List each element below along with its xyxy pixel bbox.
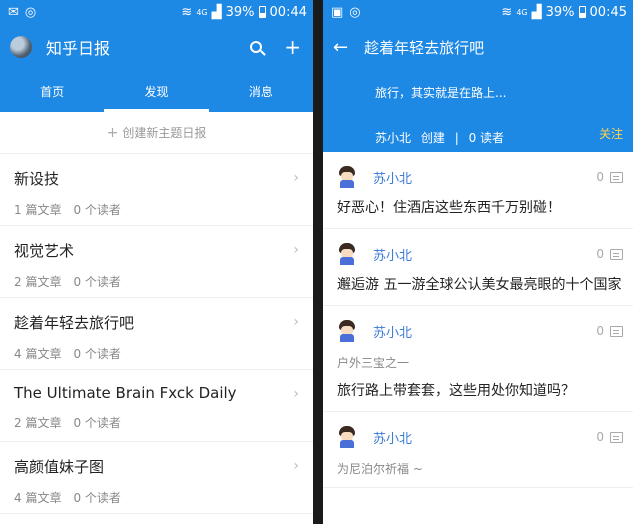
post-item[interactable]: 苏小北 0 好恶心！住酒店这些东西千万别碰！ xyxy=(323,152,633,229)
post-title: 旅行路上带套套，这些用处你知道吗？ xyxy=(337,383,575,399)
reader-count: 0 个读者 xyxy=(73,491,121,505)
clock: 00:44 xyxy=(269,4,307,20)
post-author[interactable]: 苏小北 xyxy=(373,322,412,341)
chevron-right-icon: › xyxy=(293,386,299,402)
left-screen: ✉ ◎ ≋ 4G ▟ 39% 00:44 知乎日报 + 首页 发现 消息 + 创… xyxy=(0,0,313,524)
daily-name: The Ultimate Brain Fxck Daily xyxy=(14,384,237,402)
comment-count: 0 xyxy=(596,324,623,338)
avatar[interactable] xyxy=(337,320,357,342)
avatar[interactable] xyxy=(337,243,357,265)
app-bar: 知乎日报 + xyxy=(0,24,313,70)
reader-count: 0 个读者 xyxy=(73,203,121,217)
comment-icon xyxy=(610,431,623,443)
chevron-right-icon: › xyxy=(293,170,299,186)
reader-count: 0 个读者 xyxy=(73,416,121,430)
post-author[interactable]: 苏小北 xyxy=(373,168,412,187)
avatar[interactable] xyxy=(337,166,357,188)
article-count: 4 篇文章 xyxy=(14,347,62,361)
battery-icon xyxy=(258,6,266,18)
screen-divider xyxy=(313,0,323,524)
page-title: 趁着年轻去旅行吧 xyxy=(364,38,485,57)
comment-icon xyxy=(610,248,623,260)
app-bar: ← 趁着年轻去旅行吧 xyxy=(323,24,633,70)
meta-separator: | xyxy=(454,131,459,145)
status-bar: ✉ ◎ ≋ 4G ▟ 39% 00:44 xyxy=(0,0,313,24)
network-type: 4G xyxy=(196,7,208,17)
post-title: 邂逅游 五一游全球公认美女最亮眼的十个国家 xyxy=(337,277,622,293)
post-item[interactable]: 苏小北 0 为尼泊尔祈福 ~ xyxy=(323,412,633,488)
create-daily-label: 创建新主题日报 xyxy=(122,126,207,140)
signal-icon: ▟ xyxy=(531,4,542,20)
reader-count: 0 读者 xyxy=(468,131,505,145)
daily-item[interactable]: 高颜值妹子图 4 篇文章 0 个读者 › xyxy=(0,442,313,514)
post-list: 苏小北 0 好恶心！住酒店这些东西千万别碰！ 苏小北 0 邂逅游 五一游全球公认… xyxy=(323,152,633,488)
post-author[interactable]: 苏小北 xyxy=(373,245,412,264)
search-icon[interactable] xyxy=(250,41,263,53)
plus-icon: + xyxy=(106,124,119,141)
comment-count: 0 xyxy=(596,247,623,261)
wechat-icon: ◎ xyxy=(24,4,37,20)
create-daily-button[interactable]: + 创建新主题日报 xyxy=(0,112,313,154)
article-count: 2 篇文章 xyxy=(14,416,62,430)
post-subtitle: 为尼泊尔祈福 ~ xyxy=(337,462,423,476)
add-icon[interactable]: + xyxy=(284,35,301,59)
daily-name: 高颜值妹子图 xyxy=(14,458,105,476)
profile-avatar[interactable] xyxy=(10,36,32,58)
article-count: 1 篇文章 xyxy=(14,203,62,217)
daily-name: 趁着年轻去旅行吧 xyxy=(14,314,135,332)
battery-icon xyxy=(578,6,586,18)
comment-count: 0 xyxy=(596,430,623,444)
creator-name[interactable]: 苏小北 xyxy=(375,131,411,145)
tab-messages[interactable]: 消息 xyxy=(209,70,313,112)
image-icon: ▣ xyxy=(331,4,344,20)
chevron-right-icon: › xyxy=(293,458,299,474)
notification-icon: ✉ xyxy=(8,4,19,20)
reader-count: 0 个读者 xyxy=(73,275,121,289)
post-item[interactable]: 苏小北 0 邂逅游 五一游全球公认美女最亮眼的十个国家 xyxy=(323,229,633,306)
article-count: 4 篇文章 xyxy=(14,491,62,505)
tab-bar: 首页 发现 消息 xyxy=(0,70,313,112)
post-author[interactable]: 苏小北 xyxy=(373,428,412,447)
daily-name: 视觉艺术 xyxy=(14,242,75,260)
post-title: 好恶心！住酒店这些东西千万别碰！ xyxy=(337,200,561,216)
network-type: 4G xyxy=(516,7,528,17)
comment-count: 0 xyxy=(596,170,623,184)
avatar[interactable] xyxy=(337,426,357,448)
created-label: 创建 xyxy=(420,131,445,145)
clock: 00:45 xyxy=(589,4,627,20)
daily-item[interactable]: The Ultimate Brain Fxck Daily 2 篇文章 0 个读者… xyxy=(0,370,313,442)
daily-list: 新设技 1 篇文章 0 个读者 › 视觉艺术 2 篇文章 0 个读者 › 趁着年轻去… xyxy=(0,154,313,514)
status-bar: ▣ ◎ ≋ 4G ▟ 39% 00:45 xyxy=(323,0,633,24)
back-arrow-icon[interactable]: ← xyxy=(333,37,348,58)
chevron-right-icon: › xyxy=(293,314,299,330)
tab-discover[interactable]: 发现 xyxy=(104,70,209,112)
right-screen: ▣ ◎ ≋ 4G ▟ 39% 00:45 ← 趁着年轻去旅行吧 旅行，其实就是在… xyxy=(323,0,633,524)
follow-button[interactable]: 关注 xyxy=(599,125,623,142)
article-count: 2 篇文章 xyxy=(14,275,62,289)
daily-item[interactable]: 视觉艺术 2 篇文章 0 个读者 › xyxy=(0,226,313,298)
comment-icon xyxy=(610,325,623,337)
daily-header: 旅行，其实就是在路上... 苏小北 创建 | 0 读者 关注 xyxy=(323,70,633,152)
daily-item[interactable]: 趁着年轻去旅行吧 4 篇文章 0 个读者 › xyxy=(0,298,313,370)
wechat-icon: ◎ xyxy=(349,4,361,20)
daily-item[interactable]: 新设技 1 篇文章 0 个读者 › xyxy=(0,154,313,226)
app-title: 知乎日报 xyxy=(46,39,111,58)
tab-home[interactable]: 首页 xyxy=(0,70,104,112)
wifi-icon: ≋ xyxy=(501,4,513,20)
reader-count: 0 个读者 xyxy=(73,347,121,361)
wifi-icon: ≋ xyxy=(181,4,193,20)
post-item[interactable]: 苏小北 0 户外三宝之一 旅行路上带套套，这些用处你知道吗？ xyxy=(323,306,633,412)
daily-name: 新设技 xyxy=(14,170,60,188)
chevron-right-icon: › xyxy=(293,242,299,258)
daily-description: 旅行，其实就是在路上... xyxy=(375,86,507,100)
post-subtitle: 户外三宝之一 xyxy=(337,356,410,370)
battery-percent: 39% xyxy=(545,4,575,20)
comment-icon xyxy=(610,171,623,183)
battery-percent: 39% xyxy=(225,4,255,20)
signal-icon: ▟ xyxy=(211,4,222,20)
